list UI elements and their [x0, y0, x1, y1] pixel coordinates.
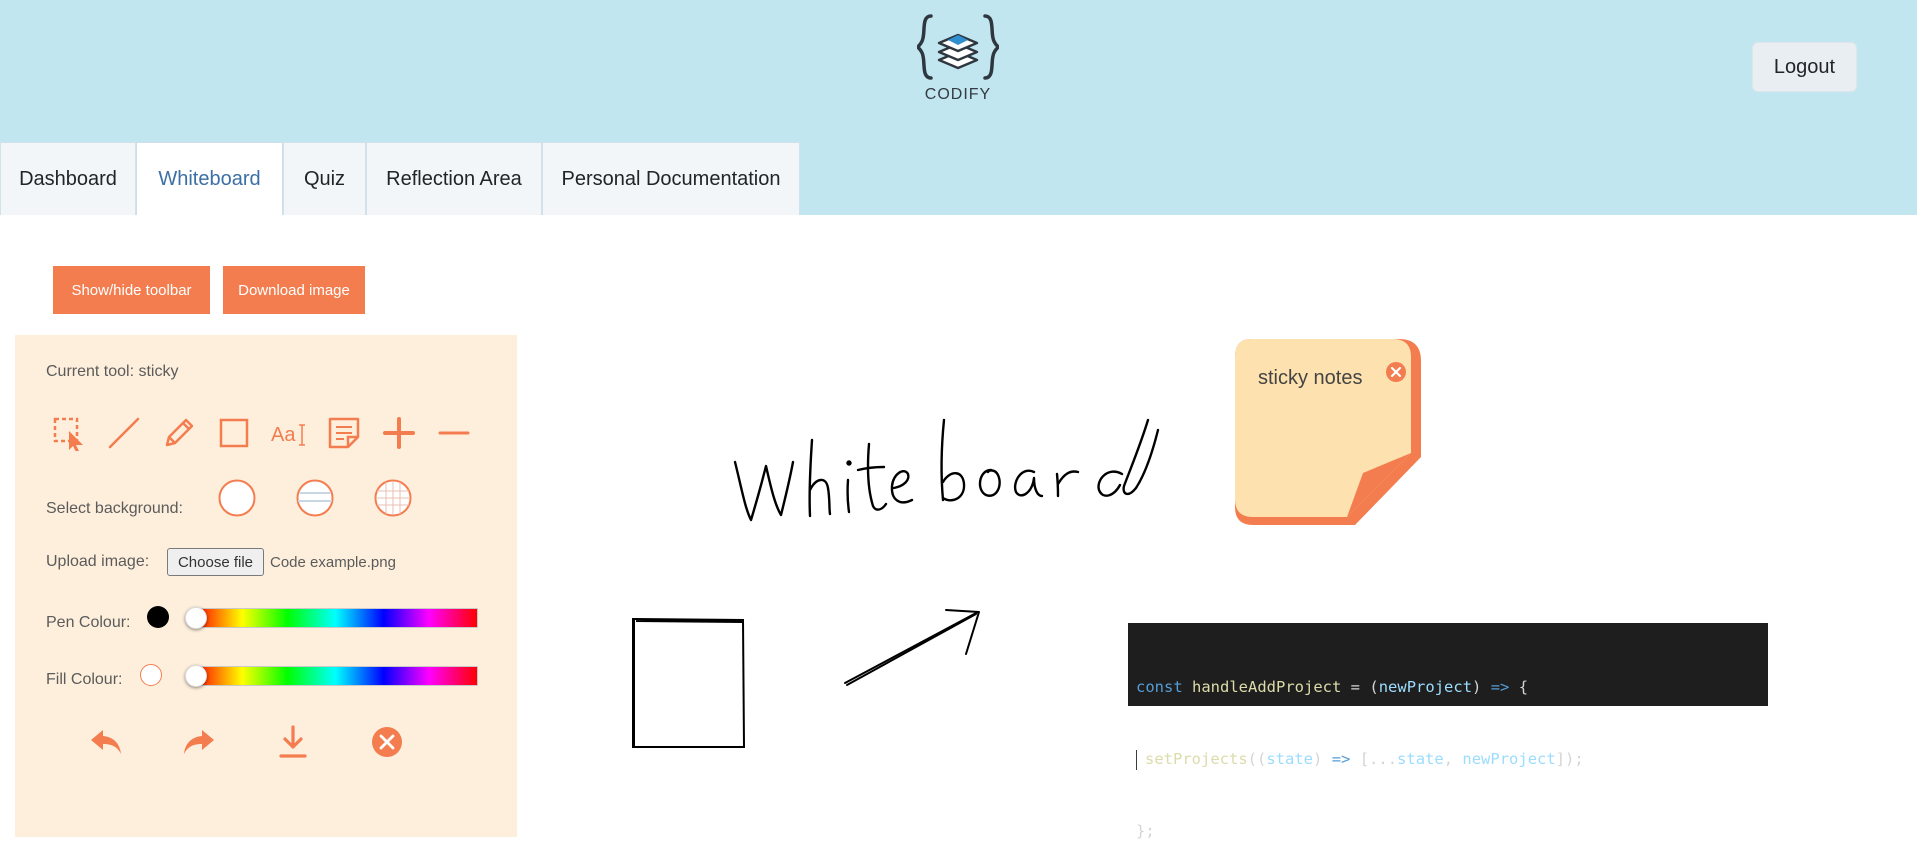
- uploaded-file-name: Code example.png: [270, 554, 396, 571]
- clear-canvas-icon[interactable]: [369, 724, 405, 760]
- code-line-2: setProjects((state) => [...state, newPro…: [1136, 747, 1768, 771]
- tab-whiteboard[interactable]: Whiteboard: [136, 142, 283, 215]
- sticky-note[interactable]: sticky notes: [1233, 337, 1423, 527]
- zoom-out-icon[interactable]: [434, 413, 474, 453]
- tab-personal-documentation[interactable]: Personal Documentation: [542, 142, 800, 215]
- tab-quiz[interactable]: Quiz: [283, 142, 366, 215]
- tab-dashboard[interactable]: Dashboard: [0, 142, 136, 215]
- fill-colour-slider-thumb[interactable]: [185, 665, 207, 687]
- pen-colour-slider-thumb[interactable]: [185, 607, 207, 629]
- fill-colour-slider[interactable]: [193, 666, 478, 686]
- svg-text:Aa: Aa: [271, 424, 296, 446]
- pen-colour-label: Pen Colour:: [46, 614, 131, 631]
- tab-reflection-area[interactable]: Reflection Area: [366, 142, 542, 215]
- main-tabs: Dashboard Whiteboard Quiz Reflection Are…: [0, 142, 800, 215]
- undo-icon[interactable]: [88, 724, 124, 760]
- pen-colour-slider[interactable]: [193, 608, 478, 628]
- text-tool-icon[interactable]: Aa: [269, 413, 309, 453]
- drawn-arrow: [844, 609, 980, 686]
- choose-file-button[interactable]: Choose file: [167, 548, 264, 576]
- drawn-rectangle: [632, 617, 746, 748]
- show-hide-toolbar-button[interactable]: Show/hide toolbar: [53, 266, 210, 314]
- download-image-button[interactable]: Download image: [223, 266, 365, 314]
- code-line-1: const handleAddProject = (newProject) =>…: [1136, 678, 1529, 696]
- app-header: CODIFY Logout Dashboard Whiteboard Quiz …: [0, 0, 1917, 215]
- download-icon[interactable]: [275, 724, 311, 760]
- line-tool-icon[interactable]: [104, 413, 144, 453]
- background-lined-option[interactable]: [296, 479, 334, 517]
- select-tool-icon[interactable]: [49, 413, 89, 453]
- upload-image-label: Upload image:: [46, 553, 150, 570]
- rectangle-tool-icon[interactable]: [214, 413, 254, 453]
- codify-logo[interactable]: CODIFY: [908, 12, 1008, 104]
- zoom-in-icon[interactable]: [379, 413, 419, 453]
- background-blank-option[interactable]: [218, 479, 256, 517]
- sticky-note-text[interactable]: sticky notes: [1258, 367, 1362, 390]
- uploaded-code-image[interactable]: const handleAddProject = (newProject) =>…: [1128, 623, 1768, 840]
- fill-colour-label: Fill Colour:: [46, 671, 123, 688]
- logout-button[interactable]: Logout: [1752, 42, 1857, 92]
- logo-text: CODIFY: [924, 86, 992, 103]
- fill-colour-swatch[interactable]: [140, 664, 162, 686]
- sticky-note-tool-icon[interactable]: [324, 413, 364, 453]
- redo-icon[interactable]: [181, 724, 217, 760]
- select-background-label: Select background:: [46, 500, 183, 517]
- pen-colour-swatch[interactable]: [147, 606, 169, 628]
- background-grid-option[interactable]: [374, 479, 412, 517]
- sticky-close-icon[interactable]: [1385, 361, 1407, 383]
- handwritten-whiteboard-drawing: [733, 418, 1160, 522]
- current-tool-label: Current tool: sticky: [46, 363, 179, 380]
- whiteboard-toolbar: Current tool: sticky Aa Select backgroun…: [15, 335, 517, 837]
- code-line-3: };: [1136, 822, 1155, 840]
- logo-books-icon: [917, 14, 999, 80]
- pencil-tool-icon[interactable]: [159, 413, 199, 453]
